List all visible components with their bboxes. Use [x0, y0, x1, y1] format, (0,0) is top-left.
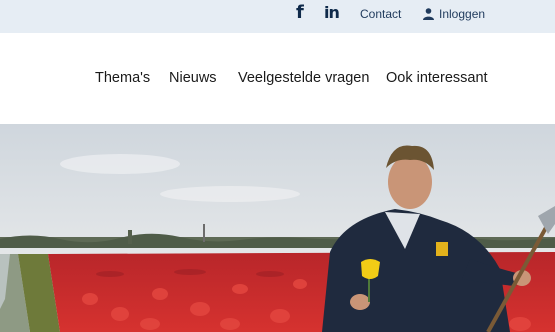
tulip-field-farmer-photo	[0, 124, 555, 332]
top-utility-bar: f in Contact Inloggen	[0, 0, 555, 33]
hero-image	[0, 124, 555, 332]
nav-item-nieuws[interactable]: Nieuws	[169, 69, 217, 87]
login-label: Inloggen	[439, 7, 486, 21]
nav-item-ook-interessant[interactable]: Ook interessant	[386, 69, 488, 87]
nav-item-veelgestelde-vragen[interactable]: Veelgestelde vragen	[238, 69, 369, 87]
facebook-icon[interactable]: f	[296, 4, 308, 22]
login-link[interactable]: Inloggen	[423, 7, 485, 21]
main-navigation: Thema's Nieuws Veelgestelde vragen Ook i…	[0, 33, 555, 124]
contact-link[interactable]: Contact	[360, 7, 401, 21]
nav-item-themas[interactable]: Thema's	[95, 69, 150, 87]
linkedin-icon[interactable]: in	[324, 4, 342, 21]
user-icon	[423, 8, 434, 20]
